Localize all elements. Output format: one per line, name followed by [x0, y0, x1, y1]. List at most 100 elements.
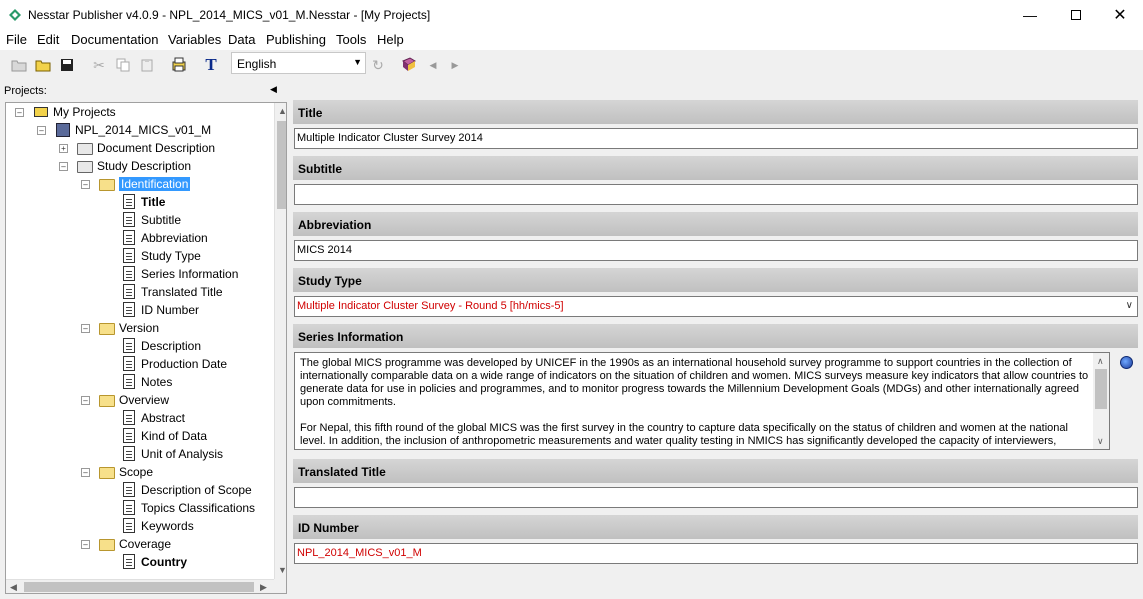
forward-button[interactable]: ▶ — [446, 56, 464, 74]
series-information-textarea[interactable]: The global MICS programme was developed … — [294, 352, 1110, 450]
chevron-down-icon[interactable]: ∨ — [1126, 300, 1133, 311]
title-bar: Nesstar Publisher v4.0.9 - NPL_2014_MICS… — [0, 0, 1143, 30]
id-number-input[interactable]: NPL_2014_MICS_v01_M — [294, 543, 1138, 564]
document-icon — [121, 518, 137, 534]
scroll-left-icon[interactable]: ◀ — [10, 582, 17, 593]
close-icon: ✕ — [1113, 7, 1127, 24]
tree-item-description-of-scope[interactable]: Description of Scope — [121, 481, 252, 499]
collapse-coverage-icon[interactable]: – — [81, 540, 90, 549]
save-button[interactable] — [58, 56, 76, 74]
tree-item-description[interactable]: Description — [121, 337, 201, 355]
collapse-study-description-icon[interactable]: – — [59, 162, 68, 171]
scroll-up-icon[interactable]: ∧ — [1097, 355, 1104, 368]
collapse-my-projects-icon[interactable]: – — [15, 108, 24, 117]
paste-button[interactable] — [138, 56, 156, 74]
tree-item-scope[interactable]: Scope — [99, 463, 153, 481]
abbreviation-input[interactable]: MICS 2014 — [294, 240, 1138, 261]
print-button[interactable] — [170, 56, 188, 74]
window-title: Nesstar Publisher v4.0.9 - NPL_2014_MICS… — [28, 8, 431, 22]
document-icon — [121, 302, 137, 318]
globe-icon[interactable] — [1120, 356, 1133, 369]
collapse-scope-icon[interactable]: – — [81, 468, 90, 477]
tree-item-notes[interactable]: Notes — [121, 373, 172, 391]
scroll-down-icon[interactable]: ∨ — [1097, 435, 1104, 448]
scroll-up-icon[interactable]: ▲ — [278, 106, 286, 116]
title-header: Title — [293, 100, 1138, 124]
tree-item-production-date[interactable]: Production Date — [121, 355, 227, 373]
tree-item-overview[interactable]: Overview — [99, 391, 169, 409]
tree-item-subtitle[interactable]: Subtitle — [121, 211, 181, 229]
book-button[interactable] — [400, 56, 418, 74]
series-information-scroll-thumb[interactable] — [1095, 369, 1107, 409]
maximize-button[interactable] — [1053, 0, 1099, 30]
collapse-identification-icon[interactable]: – — [81, 180, 90, 189]
series-information-paragraph-1: The global MICS programme was developed … — [300, 357, 1089, 408]
title-input[interactable]: Multiple Indicator Cluster Survey 2014 — [294, 128, 1138, 149]
series-information-header: Series Information — [293, 324, 1138, 348]
close-button[interactable]: ✕ — [1097, 0, 1143, 30]
document-icon — [121, 284, 137, 300]
back-button[interactable]: ◀ — [424, 56, 442, 74]
menu-edit[interactable]: Edit — [37, 32, 59, 47]
tree-item-unit-of-analysis[interactable]: Unit of Analysis — [121, 445, 223, 463]
study-type-select[interactable]: Multiple Indicator Cluster Survey - Roun… — [294, 296, 1138, 317]
tree-item-abbreviation[interactable]: Abbreviation — [121, 229, 208, 247]
tree-item-series-information[interactable]: Series Information — [121, 265, 238, 283]
menu-publishing[interactable]: Publishing — [266, 32, 326, 47]
copy-button[interactable] — [114, 56, 132, 74]
menu-tools[interactable]: Tools — [336, 32, 366, 47]
tree-item-kind-of-data[interactable]: Kind of Data — [121, 427, 207, 445]
scroll-right-icon[interactable]: ▶ — [260, 582, 267, 593]
tree-item-translated-title[interactable]: Translated Title — [121, 283, 223, 301]
menu-help[interactable]: Help — [377, 32, 404, 47]
tree-item-version[interactable]: Version — [99, 319, 159, 337]
series-information-scrollbar[interactable]: ∧ ∨ — [1093, 353, 1109, 449]
tree-item-abstract[interactable]: Abstract — [121, 409, 185, 427]
tree-item-study-type[interactable]: Study Type — [121, 247, 201, 265]
text-tool-icon: T — [205, 55, 217, 74]
collapse-overview-icon[interactable]: – — [81, 396, 90, 405]
refresh-button[interactable]: ↻ — [369, 56, 387, 74]
printer-icon — [172, 57, 186, 72]
subtitle-input[interactable] — [294, 184, 1138, 205]
tree-item-keywords[interactable]: Keywords — [121, 517, 194, 535]
tree-item-country[interactable]: Country — [121, 553, 187, 571]
series-information-paragraph-2: For Nepal, this fifth round of the globa… — [300, 422, 1068, 447]
collapse-project-icon[interactable]: – — [37, 126, 46, 135]
expand-document-description-icon[interactable]: + — [59, 144, 68, 153]
open-folder-button[interactable] — [10, 56, 28, 74]
tree-vertical-scrollbar[interactable]: ▲ ▼ — [274, 103, 286, 579]
tree-hscroll-thumb[interactable] — [24, 582, 254, 592]
translated-title-header: Translated Title — [293, 459, 1138, 483]
tree-item-document-description[interactable]: Document Description — [77, 139, 215, 157]
collapse-panel-icon[interactable]: ◀ — [270, 84, 277, 95]
collapse-version-icon[interactable]: – — [81, 324, 90, 333]
tree-item-coverage[interactable]: Coverage — [99, 535, 171, 553]
tree-item-identification[interactable]: Identification — [99, 175, 191, 193]
text-tool-button[interactable]: T — [202, 55, 220, 74]
scroll-down-icon[interactable]: ▼ — [278, 565, 286, 575]
tree-item-my-projects[interactable]: My Projects — [33, 103, 116, 121]
cut-button[interactable]: ✂ — [90, 56, 108, 74]
folder-icon — [99, 320, 115, 336]
tree-vscroll-thumb[interactable] — [277, 121, 286, 209]
document-icon — [121, 248, 137, 264]
language-value: English — [237, 57, 277, 71]
menu-variables[interactable]: Variables — [168, 32, 221, 47]
document-icon — [121, 338, 137, 354]
menu-file[interactable]: File — [6, 32, 27, 47]
menu-data[interactable]: Data — [228, 32, 255, 47]
document-icon — [121, 428, 137, 444]
tree-item-study-description[interactable]: Study Description — [77, 157, 191, 175]
minimize-button[interactable]: — — [1007, 0, 1053, 30]
tree-item-project[interactable]: NPL_2014_MICS_v01_M — [55, 121, 211, 139]
tree-item-id-number[interactable]: ID Number — [121, 301, 199, 319]
tree-item-title[interactable]: Title — [121, 193, 165, 211]
translated-title-input[interactable] — [294, 487, 1138, 508]
language-select[interactable]: English ▼ — [231, 52, 366, 74]
tree-item-topics-classifications[interactable]: Topics Classifications — [121, 499, 255, 517]
tree-horizontal-scrollbar[interactable]: ◀ ▶ — [6, 579, 274, 593]
menu-documentation[interactable]: Documentation — [71, 32, 158, 47]
document-icon — [121, 500, 137, 516]
open-button[interactable] — [34, 56, 52, 74]
